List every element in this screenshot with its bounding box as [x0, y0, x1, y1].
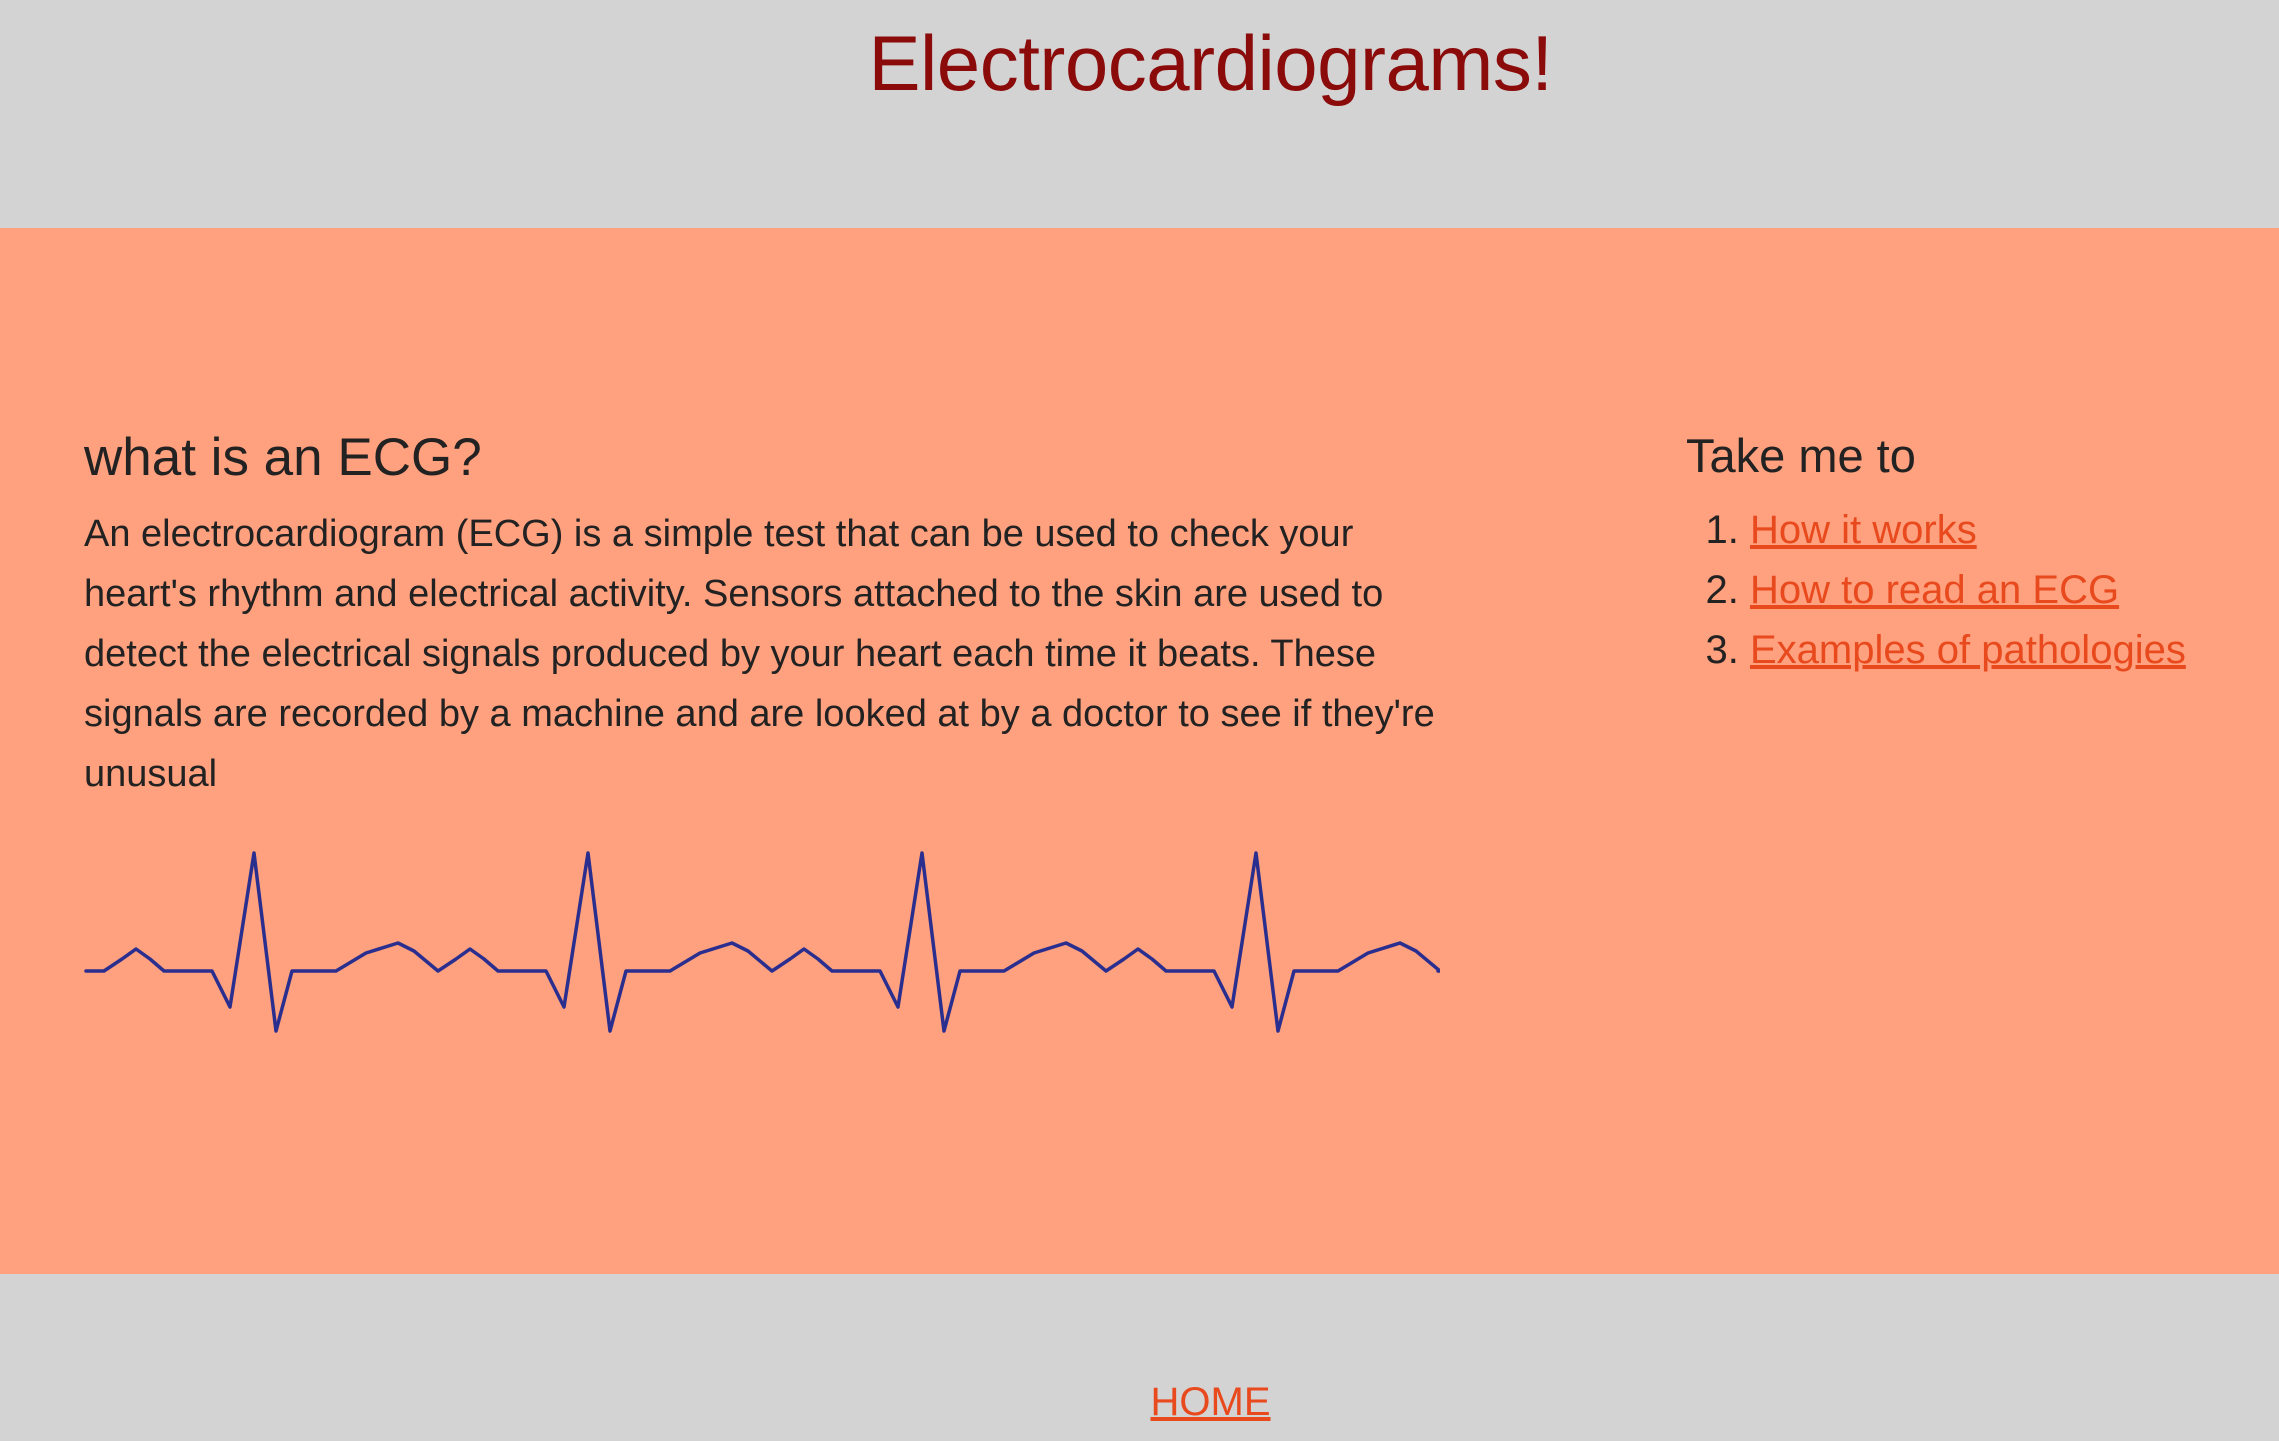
nav-link-how-to-read-ecg[interactable]: How to read an ECG [1750, 568, 2119, 612]
home-link[interactable]: HOME [0, 1380, 2279, 1425]
sidebar-heading: Take me to [1686, 429, 1916, 482]
nav-list-item: Examples of pathologies [1750, 620, 2246, 680]
section-heading: what is an ECG? [84, 428, 482, 487]
ecg-trace [84, 851, 1440, 1033]
footer: HOME [0, 1274, 2279, 1441]
main-section: what is an ECG? An electrocardiogram (EC… [0, 228, 2279, 1274]
sidebar: Take me to How it works How to read an E… [1686, 428, 2246, 680]
nav-list-item: How it works [1750, 500, 2246, 560]
page: Electrocardiograms! what is an ECG? An e… [0, 0, 2279, 1441]
nav-link-how-it-works[interactable]: How it works [1750, 508, 1977, 552]
nav-link-examples-of-pathologies[interactable]: Examples of pathologies [1750, 628, 2186, 672]
ecg-waveform-image [84, 851, 1440, 1033]
nav-list-item: How to read an ECG [1750, 560, 2246, 620]
section-body: An electrocardiogram (ECG) is a simple t… [84, 512, 1435, 795]
site-title: Electrocardiograms! [868, 19, 1553, 107]
header: Electrocardiograms! [0, 0, 2279, 228]
nav-list: How it works How to read an ECG Examples… [1686, 500, 2246, 680]
content-column: what is an ECG? An electrocardiogram (EC… [84, 426, 1444, 804]
